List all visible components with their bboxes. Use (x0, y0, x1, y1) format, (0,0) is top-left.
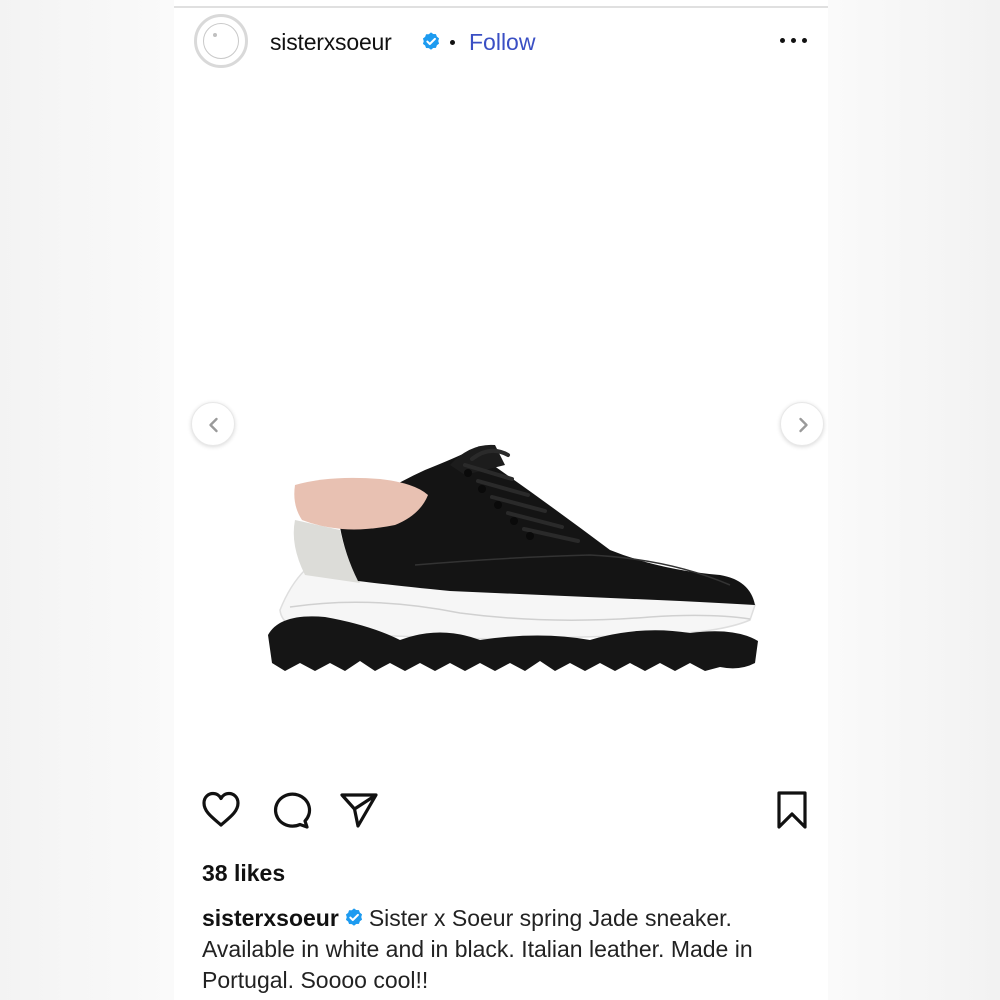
sneaker-image (268, 444, 758, 671)
like-count[interactable]: 38 likes (202, 860, 285, 887)
next-image-button[interactable] (780, 402, 824, 446)
instagram-post: sisterxsoeur Follow 38 likes sisterxsoeu… (174, 0, 828, 1000)
post-header: sisterxsoeur Follow (174, 12, 828, 70)
send-icon[interactable] (338, 790, 380, 830)
comment-icon[interactable] (270, 790, 312, 830)
chevron-right-icon (799, 417, 808, 433)
bookmark-icon[interactable] (774, 790, 810, 830)
avatar[interactable] (194, 14, 248, 68)
verified-badge-icon (422, 32, 440, 50)
background-left (0, 0, 174, 1000)
chevron-left-icon (209, 417, 218, 433)
more-options-icon[interactable] (774, 28, 814, 52)
avatar-logo-ring (203, 23, 239, 59)
verified-badge-icon (345, 908, 362, 926)
top-divider (174, 6, 828, 8)
background-right (828, 0, 1000, 1000)
action-bar (174, 782, 828, 838)
post-image[interactable] (174, 70, 828, 770)
post-caption: sisterxsoeur Sister x Soeur spring Jade … (202, 903, 812, 996)
caption-username[interactable]: sisterxsoeur (202, 905, 339, 931)
previous-image-button[interactable] (191, 402, 235, 446)
username[interactable]: sisterxsoeur (270, 29, 392, 56)
follow-button[interactable]: Follow (469, 29, 535, 56)
avatar-logo-dot (213, 33, 217, 37)
separator-dot (450, 40, 455, 45)
heart-icon[interactable] (200, 790, 242, 830)
